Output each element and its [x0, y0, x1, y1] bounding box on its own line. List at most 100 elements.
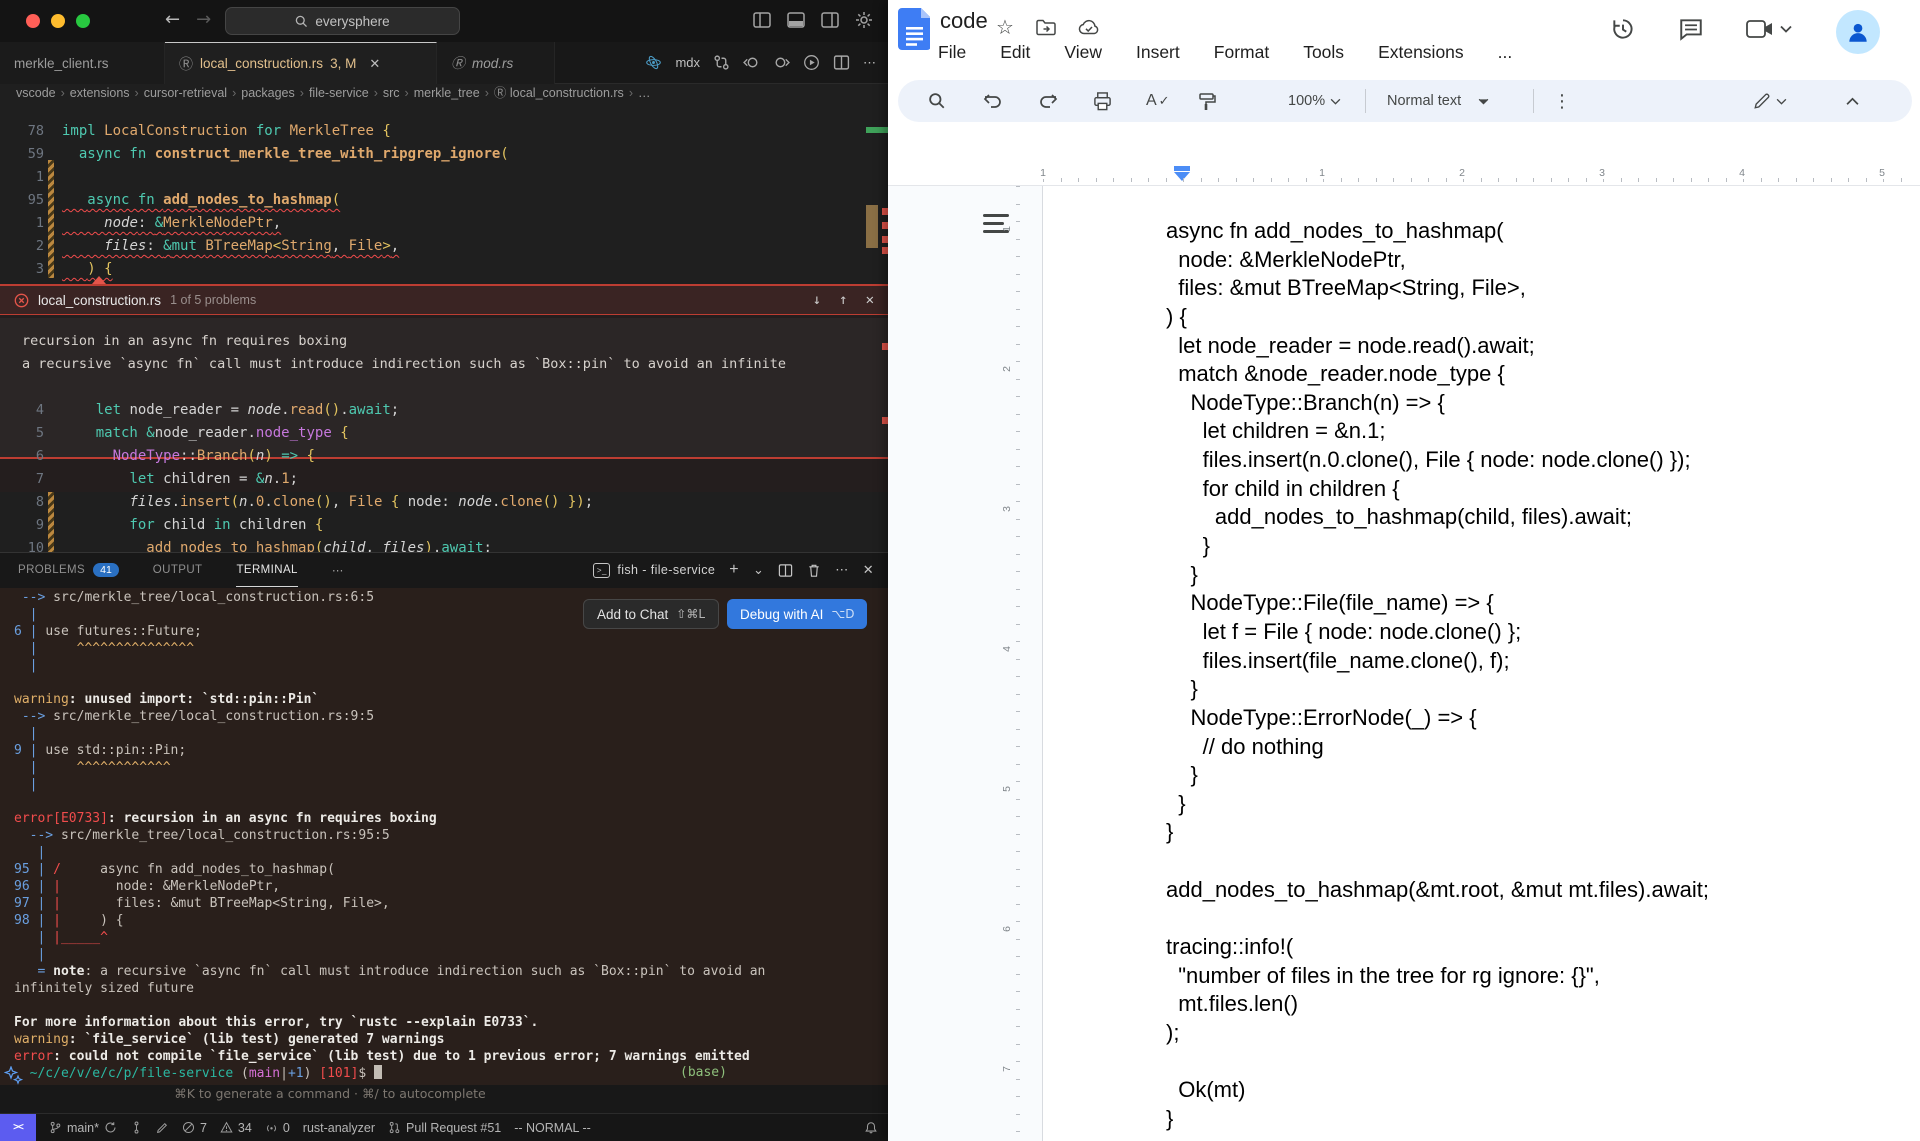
terminal-line[interactable]: | — [14, 776, 874, 793]
star-icon[interactable]: ☆ — [996, 15, 1014, 39]
mdx-label[interactable]: mdx — [675, 55, 700, 70]
document-line[interactable]: Ok(mt) — [1166, 1076, 1709, 1105]
terminal-line[interactable]: | |_____^ — [14, 929, 874, 946]
tab-output[interactable]: OUTPUT — [153, 553, 203, 587]
trash-icon[interactable] — [807, 563, 821, 578]
terminal-line[interactable]: | — [14, 844, 874, 861]
next-change-icon[interactable] — [773, 54, 790, 71]
menu-overflow[interactable]: ... — [1498, 42, 1513, 63]
terminal-line[interactable]: | — [14, 946, 874, 963]
editor-line[interactable]: 78 impl LocalConstruction for MerkleTree … — [0, 120, 860, 143]
document-line[interactable]: files.insert(file_name.clone(), f); — [1166, 647, 1709, 676]
terminal-line[interactable]: --> src/merkle_tree/local_construction.r… — [14, 708, 874, 725]
terminal-line[interactable]: infinitely sized future — [14, 980, 874, 997]
redo-button[interactable] — [1038, 80, 1058, 122]
document-line[interactable]: } — [1166, 1105, 1709, 1134]
tab-mod-rs[interactable]: Ⓡ mod.rs — [437, 42, 555, 84]
chevron-down-icon[interactable] — [1780, 25, 1792, 33]
document-text[interactable]: async fn add_nodes_to_hashmap( node: &Me… — [1042, 217, 1709, 1134]
zoom-select[interactable]: 100% — [1288, 80, 1341, 122]
terminal-line[interactable] — [14, 997, 874, 1014]
terminal-line[interactable]: | — [14, 725, 874, 742]
editor-line[interactable]: 3 ) { — [0, 258, 860, 281]
avatar[interactable] — [1836, 10, 1880, 54]
breadcrumb-item[interactable]: file-service — [309, 86, 369, 100]
document-line[interactable]: } — [1166, 790, 1709, 819]
breadcrumb-item[interactable]: src — [383, 86, 400, 100]
forward-arrow-icon[interactable]: → — [196, 9, 211, 30]
document-line[interactable]: } — [1166, 675, 1709, 704]
ports-item[interactable]: 0 — [265, 1121, 290, 1135]
document-line[interactable]: for child in children { — [1166, 475, 1709, 504]
print-button[interactable] — [1093, 80, 1112, 122]
minimize-window-button[interactable] — [51, 14, 65, 28]
toolbar-overflow-button[interactable]: ⋮ — [1553, 80, 1571, 122]
git-branch-item[interactable]: main* — [49, 1121, 117, 1135]
terminal-line[interactable]: error[E0733]: recursion in an async fn r… — [14, 810, 874, 827]
search-menus-button[interactable] — [928, 80, 946, 122]
terminal-line[interactable]: | ^^^^^^^^^^^^ — [14, 759, 874, 776]
run-icon[interactable] — [803, 54, 820, 71]
horizontal-ruler[interactable]: 1 1 2 3 4 5 — [888, 164, 1920, 186]
hide-menus-button[interactable] — [1846, 80, 1859, 122]
terminal-line[interactable]: ~/c/e/v/e/c/p/file-service (main|+1) [10… — [14, 1065, 874, 1082]
pen-item[interactable] — [156, 1121, 169, 1134]
more-actions-icon[interactable]: ⋯ — [863, 55, 876, 71]
document-line[interactable]: "number of files in the tree for rg igno… — [1166, 962, 1709, 991]
editor-line[interactable]: 2 files: &mut BTreeMap<String, File>, — [0, 235, 860, 258]
terminal-line[interactable]: | ^^^^^^^^^^^^^^^ — [14, 640, 874, 657]
prev-change-icon[interactable] — [743, 54, 760, 71]
move-folder-icon[interactable] — [1036, 19, 1056, 36]
undo-button[interactable] — [983, 80, 1003, 122]
remote-indicator[interactable]: >< — [0, 1113, 36, 1141]
code-editor[interactable]: 78 impl LocalConstruction for MerkleTree … — [0, 102, 888, 552]
document-line[interactable]: add_nodes_to_hashmap(&mt.root, &mut mt.f… — [1166, 876, 1709, 905]
document-line[interactable]: } — [1166, 561, 1709, 590]
terminal-line[interactable]: 95 | / async fn add_nodes_to_hashmap( — [14, 861, 874, 878]
menu-file[interactable]: File — [938, 42, 966, 63]
breadcrumb-item[interactable]: local_construction.rs — [510, 86, 624, 100]
chevron-down-icon[interactable]: ↓ — [813, 292, 821, 308]
toggle-panel-icon[interactable] — [786, 10, 806, 30]
terminal-session[interactable]: >_ fish - file-service — [593, 562, 715, 578]
tab-merkle-client[interactable]: merkle_client.rs — [0, 42, 165, 84]
document-line[interactable]: } — [1166, 818, 1709, 847]
toggle-sidebar-icon[interactable] — [752, 10, 772, 30]
terminal-line[interactable]: 96 | | node: &MerkleNodePtr, — [14, 878, 874, 895]
terminal-line[interactable]: 98 | | ) { — [14, 912, 874, 929]
lsp-status-item[interactable]: rust-analyzer — [303, 1121, 375, 1135]
terminal-line[interactable]: warning: unused import: `std::pin::Pin` — [14, 691, 874, 708]
close-tab-icon[interactable]: ✕ — [369, 56, 380, 72]
source-control-graph-item[interactable] — [130, 1121, 143, 1134]
document-line[interactable]: async fn add_nodes_to_hashmap( — [1166, 217, 1709, 246]
menu-edit[interactable]: Edit — [1000, 42, 1030, 63]
document-line[interactable]: // do nothing — [1166, 733, 1709, 762]
editor-line[interactable]: 9 for child in children { — [0, 514, 860, 537]
paint-format-button[interactable] — [1198, 80, 1216, 122]
terminal-line[interactable]: | — [14, 657, 874, 674]
menu-format[interactable]: Format — [1214, 42, 1269, 63]
breadcrumb-item[interactable]: extensions — [70, 86, 130, 100]
menu-view[interactable]: View — [1064, 42, 1102, 63]
document-title[interactable]: code — [940, 8, 988, 34]
tab-local-construction[interactable]: Ⓡ local_construction.rs 3, M ✕ — [165, 42, 437, 84]
document-line[interactable]: node: &MerkleNodePtr, — [1166, 246, 1709, 275]
breadcrumb-item[interactable]: vscode — [16, 86, 56, 100]
menu-extensions[interactable]: Extensions — [1378, 42, 1464, 63]
command-center-search[interactable]: everysphere — [225, 7, 460, 35]
split-terminal-icon[interactable] — [778, 563, 793, 578]
terminal-line[interactable]: 97 | | files: &mut BTreeMap<String, File… — [14, 895, 874, 912]
paragraph-style-select[interactable]: Normal text — [1387, 80, 1489, 122]
notifications-bell[interactable] — [864, 1121, 888, 1135]
editor-line[interactable]: 6 NodeType::Branch(n) => { — [0, 445, 860, 468]
editor-line[interactable]: 8 files.insert(n.0.clone(), File { node:… — [0, 491, 860, 514]
document-line[interactable]: NodeType::Branch(n) => { — [1166, 389, 1709, 418]
comments-icon[interactable] — [1678, 16, 1704, 42]
breadcrumb-item[interactable]: cursor-retrieval — [144, 86, 227, 100]
editor-line[interactable]: 7 let children = &n.1; — [0, 468, 860, 491]
document-line[interactable] — [1166, 1048, 1709, 1077]
terminal-line[interactable]: error: could not compile `file_service` … — [14, 1048, 874, 1065]
add-to-chat-button[interactable]: Add to Chat ⇧⌘L — [583, 599, 720, 629]
document-line[interactable]: } — [1166, 532, 1709, 561]
editor-line[interactable]: 1 — [0, 166, 860, 189]
